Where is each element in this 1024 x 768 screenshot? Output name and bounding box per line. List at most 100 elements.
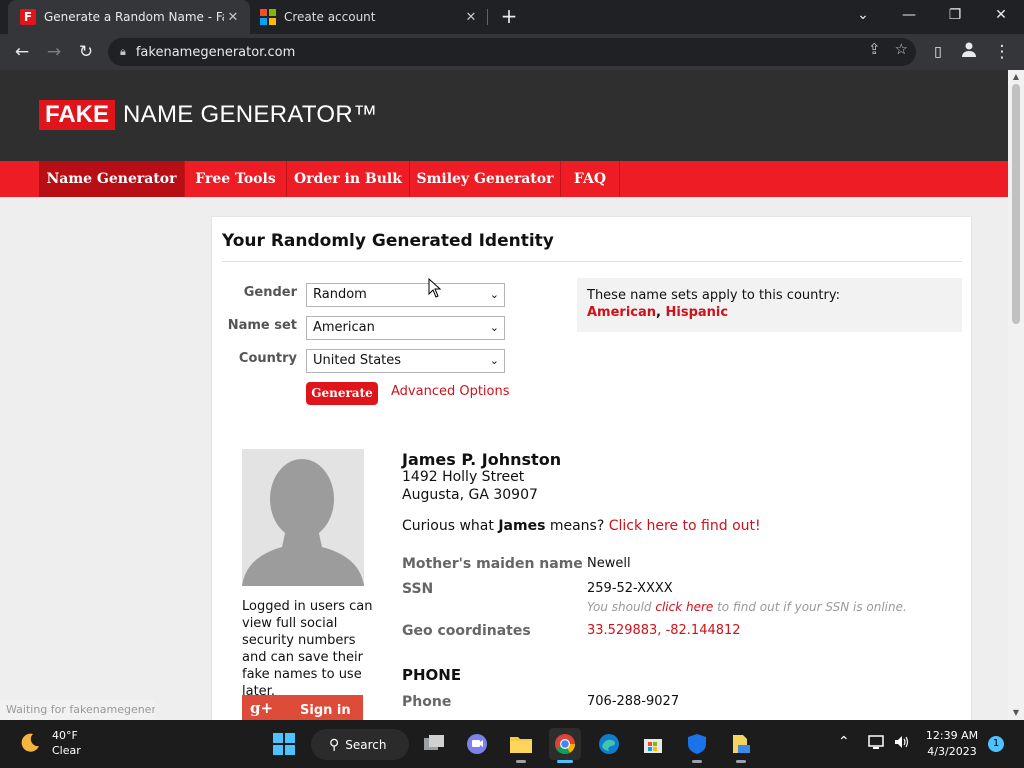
new-tab-button[interactable]: +: [498, 6, 520, 28]
nav-name-generator[interactable]: Name Generator: [39, 161, 185, 197]
system-clock[interactable]: 12:39 AM 4/3/2023: [922, 728, 982, 760]
weather-condition: Clear: [52, 744, 81, 757]
logged-in-note: Logged in users can view full social sec…: [242, 599, 373, 699]
share-icon[interactable]: ⇪: [868, 40, 881, 58]
name-set-link-american[interactable]: American: [587, 305, 656, 320]
store-icon: [644, 739, 662, 753]
teams-chat-button[interactable]: [461, 728, 493, 760]
side-panel-icon[interactable]: ▯: [926, 40, 950, 64]
gender-select-value: Random: [313, 287, 367, 302]
person-silhouette-icon: [242, 449, 364, 586]
tab-create-account[interactable]: Create account ✕: [252, 0, 488, 34]
profile-icon[interactable]: [957, 40, 981, 64]
chevron-down-icon: ⌄: [489, 321, 499, 334]
ssn-note-suffix: to find out if your SSN is online.: [713, 600, 907, 614]
minimize-button[interactable]: —: [887, 0, 931, 32]
back-icon[interactable]: ←: [10, 40, 34, 64]
reload-icon[interactable]: ↻: [74, 40, 98, 64]
name-set-info-text: These name sets apply to this country:: [587, 288, 840, 303]
gender-label: Gender: [243, 285, 297, 300]
task-view-button[interactable]: [418, 728, 450, 760]
site-nav: Name Generator Free Tools Order in Bulk …: [0, 161, 1008, 197]
notepad-folder-button[interactable]: [725, 728, 757, 763]
country-select[interactable]: United States ⌄: [306, 349, 505, 373]
menu-kebab-icon[interactable]: ⋮: [990, 40, 1014, 64]
name-set-link-hispanic[interactable]: Hispanic: [666, 305, 729, 320]
ssn-check-link[interactable]: click here: [655, 600, 713, 614]
tab-close-icon[interactable]: ✕: [224, 10, 242, 25]
advanced-options-link[interactable]: Advanced Options: [391, 384, 510, 399]
gender-select[interactable]: Random ⌄: [306, 283, 505, 307]
tab-close-icon[interactable]: ✕: [462, 10, 480, 25]
browser-status-bar: Waiting for fakenamegenerator...: [0, 700, 155, 720]
browser-toolbar: ← → ↻ 🔒︎ fakenamegenerator.com ⇪ ☆ ▯ ⋮: [0, 34, 1024, 70]
network-icon[interactable]: [868, 734, 886, 754]
ssn-note: You should click here to find out if you…: [587, 600, 907, 614]
nav-faq[interactable]: FAQ: [561, 161, 620, 197]
url-text[interactable]: fakenamegenerator.com: [136, 45, 295, 60]
ssn-note-prefix: You should: [587, 600, 656, 614]
file-explorer-button[interactable]: [505, 728, 537, 763]
forward-icon[interactable]: →: [42, 40, 66, 64]
name-set-select[interactable]: American ⌄: [306, 316, 505, 340]
start-button[interactable]: [268, 728, 300, 760]
name-meaning-line: Curious what James means? Click here to …: [402, 518, 761, 534]
maiden-name-value: Newell: [587, 556, 631, 571]
shield-icon: [688, 734, 706, 754]
chat-icon: [467, 734, 487, 754]
country-label: Country: [238, 351, 297, 366]
edge-button[interactable]: [593, 728, 625, 760]
chrome-icon: [555, 734, 576, 755]
nav-order-in-bulk[interactable]: Order in Bulk: [287, 161, 410, 197]
restore-button[interactable]: ❐: [933, 0, 977, 32]
scroll-down-icon[interactable]: ▼: [1008, 706, 1024, 720]
chevron-down-icon: ⌄: [489, 354, 499, 367]
phone-label: Phone: [402, 694, 452, 710]
weather-widget[interactable]: 40°F Clear: [18, 728, 81, 758]
tab-search-button[interactable]: ⌄: [841, 0, 885, 32]
running-indicator: [516, 760, 526, 763]
scroll-up-icon[interactable]: ▲: [1008, 70, 1024, 84]
maiden-name-label: Mother's maiden name: [402, 556, 583, 572]
country-select-value: United States: [313, 353, 402, 368]
generate-button[interactable]: Generate: [306, 382, 378, 405]
task-view-icon: [424, 735, 444, 750]
site-logo[interactable]: FAKE NAME GENERATOR™: [39, 100, 377, 130]
ssn-label: SSN: [402, 581, 434, 597]
nav-smiley-generator[interactable]: Smiley Generator: [410, 161, 561, 197]
taskbar-search[interactable]: ⚲ Search: [311, 729, 409, 760]
chrome-button[interactable]: [549, 728, 581, 763]
running-indicator: [692, 760, 702, 763]
tray-overflow-chevron-icon[interactable]: ⌃: [838, 734, 850, 750]
nav-free-tools[interactable]: Free Tools: [185, 161, 287, 197]
tab-title: Create account: [284, 10, 376, 24]
bookmark-star-icon[interactable]: ☆: [895, 40, 908, 58]
running-indicator: [736, 760, 746, 763]
name-set-separator: ,: [656, 305, 666, 320]
name-set-label: Name set: [227, 318, 297, 333]
mouse-cursor-icon: [428, 278, 442, 298]
avatar: [242, 449, 364, 586]
microsoft-favicon-icon: [260, 9, 276, 25]
edge-icon: [599, 734, 619, 754]
phone-section-title: PHONE: [402, 666, 462, 684]
ssn-value: 259-52-XXXX: [587, 581, 673, 596]
microsoft-store-button[interactable]: [637, 728, 669, 760]
volume-icon[interactable]: [893, 734, 911, 754]
address-street: 1492 Holly Street: [402, 469, 525, 485]
name-meaning-link[interactable]: Click here to find out!: [609, 518, 761, 534]
geo-coordinates-label: Geo coordinates: [402, 623, 531, 639]
google-plus-icon: g+: [250, 699, 274, 717]
page-scrollbar[interactable]: ▲ ▼: [1008, 70, 1024, 720]
tab-fake-name-generator[interactable]: F Generate a Random Name - Fake Name Gen…: [8, 0, 250, 34]
address-bar[interactable]: 🔒︎ fakenamegenerator.com ⇪ ☆: [108, 38, 916, 66]
google-plus-sign-in-button[interactable]: g+ Sign in: [242, 695, 363, 720]
scroll-thumb[interactable]: [1012, 84, 1020, 324]
tab-title: Generate a Random Name - Fake Name Gener…: [44, 10, 224, 24]
close-window-button[interactable]: ✕: [979, 0, 1023, 32]
defender-button[interactable]: [681, 728, 713, 763]
name-set-select-value: American: [313, 320, 375, 335]
notification-badge[interactable]: 1: [988, 736, 1004, 752]
geo-coordinates-link[interactable]: 33.529883, -82.144812: [587, 623, 741, 638]
lock-icon[interactable]: 🔒︎: [120, 45, 126, 59]
